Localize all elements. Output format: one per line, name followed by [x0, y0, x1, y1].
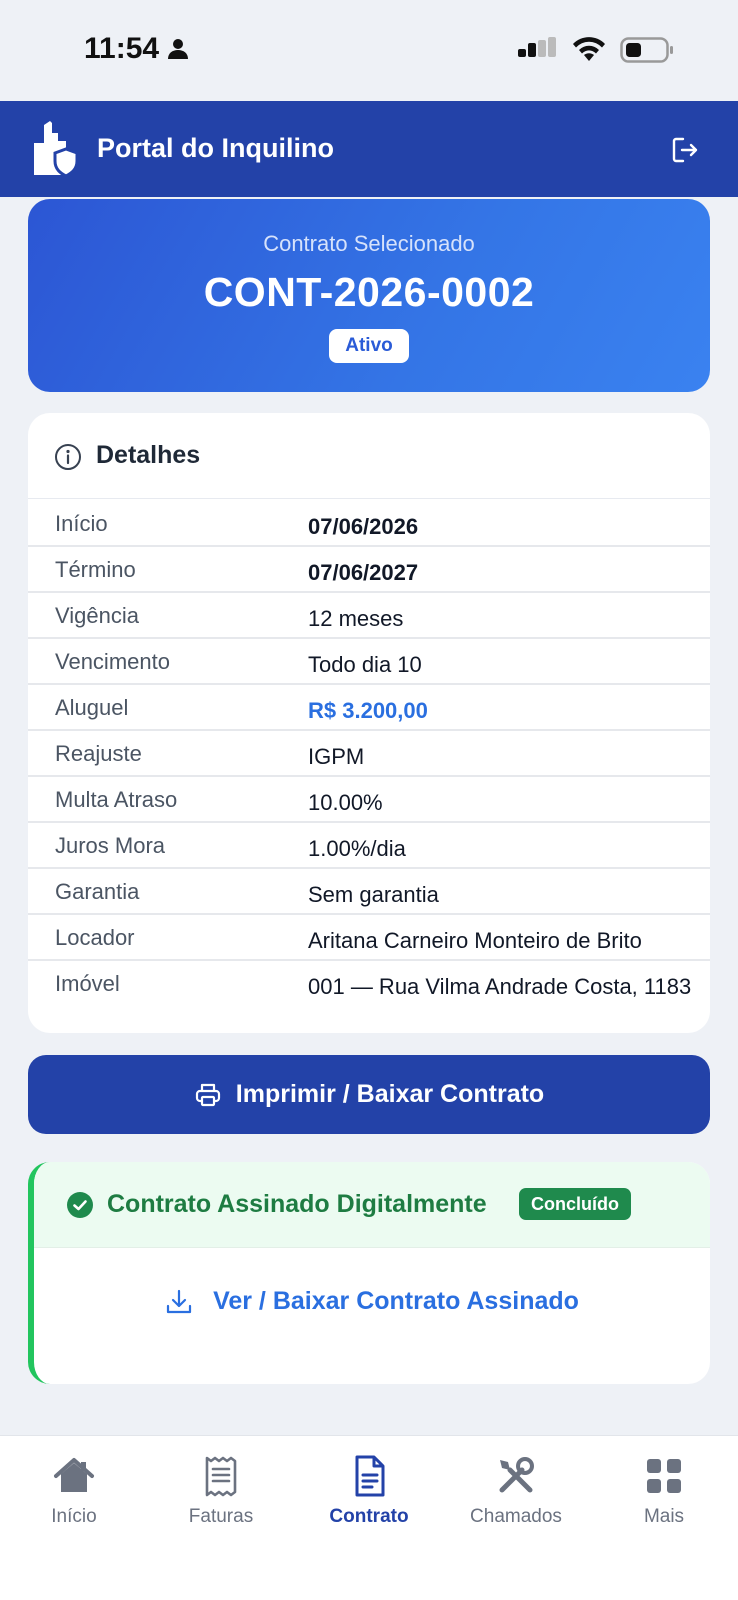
bottom-navigation: Início Faturas Contrato Chamados Mais: [0, 1435, 738, 1600]
invoice-icon: [205, 1456, 237, 1497]
print-download-button[interactable]: Imprimir / Baixar Contrato: [28, 1055, 710, 1134]
detail-label: Reajuste: [55, 741, 142, 766]
detail-label: Início: [55, 511, 108, 536]
download-link-label: Ver / Baixar Contrato Assinado: [213, 1287, 579, 1315]
nav-label: Mais: [643, 1506, 685, 1527]
detail-row-vencimento: Vencimento Todo dia 10: [28, 639, 710, 685]
app-title: Portal do Inquilino: [97, 133, 334, 163]
person-icon: [168, 39, 189, 59]
detail-row-termino: Término 07/06/2027: [28, 547, 710, 593]
building-shield-icon: [34, 121, 79, 177]
detail-label: Aluguel: [55, 695, 129, 720]
detail-row-multa: Multa Atraso 10.00%: [28, 777, 710, 823]
contract-caption: Contrato Selecionado: [263, 231, 475, 256]
status-time: 11:54: [84, 32, 189, 66]
detail-label: Imóvel: [55, 971, 120, 996]
detail-row-garantia: Garantia Sem garantia: [28, 869, 710, 915]
cellular-signal-icon: [518, 37, 556, 57]
logout-icon[interactable]: [670, 135, 700, 165]
detail-row-imovel: Imóvel 001 — Rua Vilma Andrade Costa, 11…: [28, 961, 710, 1033]
printer-icon: [195, 1083, 220, 1106]
nav-item-chamados[interactable]: Chamados: [446, 1454, 586, 1528]
detail-label: Garantia: [55, 879, 140, 904]
detail-value: Sem garantia: [308, 882, 439, 907]
app-header: Portal do Inquilino: [0, 101, 738, 197]
home-icon: [54, 1458, 94, 1492]
grid-icon: [647, 1459, 681, 1493]
completed-badge: Concluído: [519, 1188, 631, 1220]
nav-item-mais[interactable]: Mais: [594, 1454, 734, 1528]
nav-item-faturas[interactable]: Faturas: [151, 1454, 291, 1528]
detail-label: Término: [55, 557, 136, 582]
nav-item-inicio[interactable]: Início: [4, 1454, 144, 1528]
detail-row-aluguel: Aluguel R$ 3.200,00: [28, 685, 710, 731]
detail-value: 12 meses: [308, 606, 404, 631]
detail-label: Locador: [55, 925, 135, 950]
info-icon: [55, 444, 81, 470]
download-icon: [166, 1289, 192, 1313]
nav-label: Contrato: [329, 1506, 409, 1527]
signed-header: Contrato Assinado Digitalmente Concluído: [34, 1162, 710, 1248]
detail-label: Multa Atraso: [55, 787, 178, 812]
detail-value: 10.00%: [308, 790, 383, 815]
detail-row-locador: Locador Aritana Carneiro Monteiro de Bri…: [28, 915, 710, 961]
detail-value-rent: R$ 3.200,00: [308, 698, 428, 723]
download-signed-contract-link[interactable]: Ver / Baixar Contrato Assinado: [34, 1287, 710, 1316]
detail-row-inicio: Início 07/06/2026: [28, 501, 710, 547]
signed-contract-card: Contrato Assinado Digitalmente Concluído…: [28, 1162, 710, 1384]
nav-label: Início: [51, 1506, 97, 1527]
details-card: Detalhes Início 07/06/2026 Término 07/06…: [28, 413, 710, 1033]
status-indicators: [518, 36, 674, 64]
selected-contract-card: Contrato Selecionado CONT-2026-0002 Ativ…: [28, 199, 710, 392]
status-time-text: 11:54: [84, 32, 160, 65]
contract-status-badge: Ativo: [329, 329, 409, 363]
nav-label: Faturas: [188, 1506, 254, 1527]
nav-label: Chamados: [470, 1506, 562, 1527]
details-title: Detalhes: [96, 441, 201, 469]
status-bar: 11:54: [0, 0, 738, 101]
nav-item-contrato[interactable]: Contrato: [299, 1454, 439, 1528]
detail-row-juros: Juros Mora 1.00%/dia: [28, 823, 710, 869]
check-circle-icon: [67, 1192, 93, 1218]
document-icon: [355, 1455, 385, 1497]
battery-icon: [620, 37, 673, 63]
detail-value: Todo dia 10: [308, 652, 422, 677]
detail-label: Juros Mora: [55, 833, 166, 858]
wifi-icon: [573, 37, 605, 61]
detail-value: 07/06/2027: [308, 560, 419, 585]
detail-row-reajuste: Reajuste IGPM: [28, 731, 710, 777]
detail-value: 07/06/2026: [308, 514, 419, 539]
detail-label: Vigência: [55, 603, 139, 628]
signed-title: Contrato Assinado Digitalmente: [107, 1190, 487, 1218]
detail-value: 1.00%/dia: [308, 836, 406, 861]
tools-icon: [499, 1457, 534, 1493]
print-button-label: Imprimir / Baixar Contrato: [235, 1080, 545, 1108]
details-header: Detalhes: [28, 413, 710, 499]
detail-value: Aritana Carneiro Monteiro de Brito: [308, 928, 642, 953]
contract-number: CONT-2026-0002: [203, 269, 535, 315]
detail-value: 001 — Rua Vilma Andrade Costa, 1183: [308, 974, 692, 999]
detail-label: Vencimento: [55, 649, 170, 674]
detail-row-vigencia: Vigência 12 meses: [28, 593, 710, 639]
detail-value: IGPM: [308, 744, 365, 769]
